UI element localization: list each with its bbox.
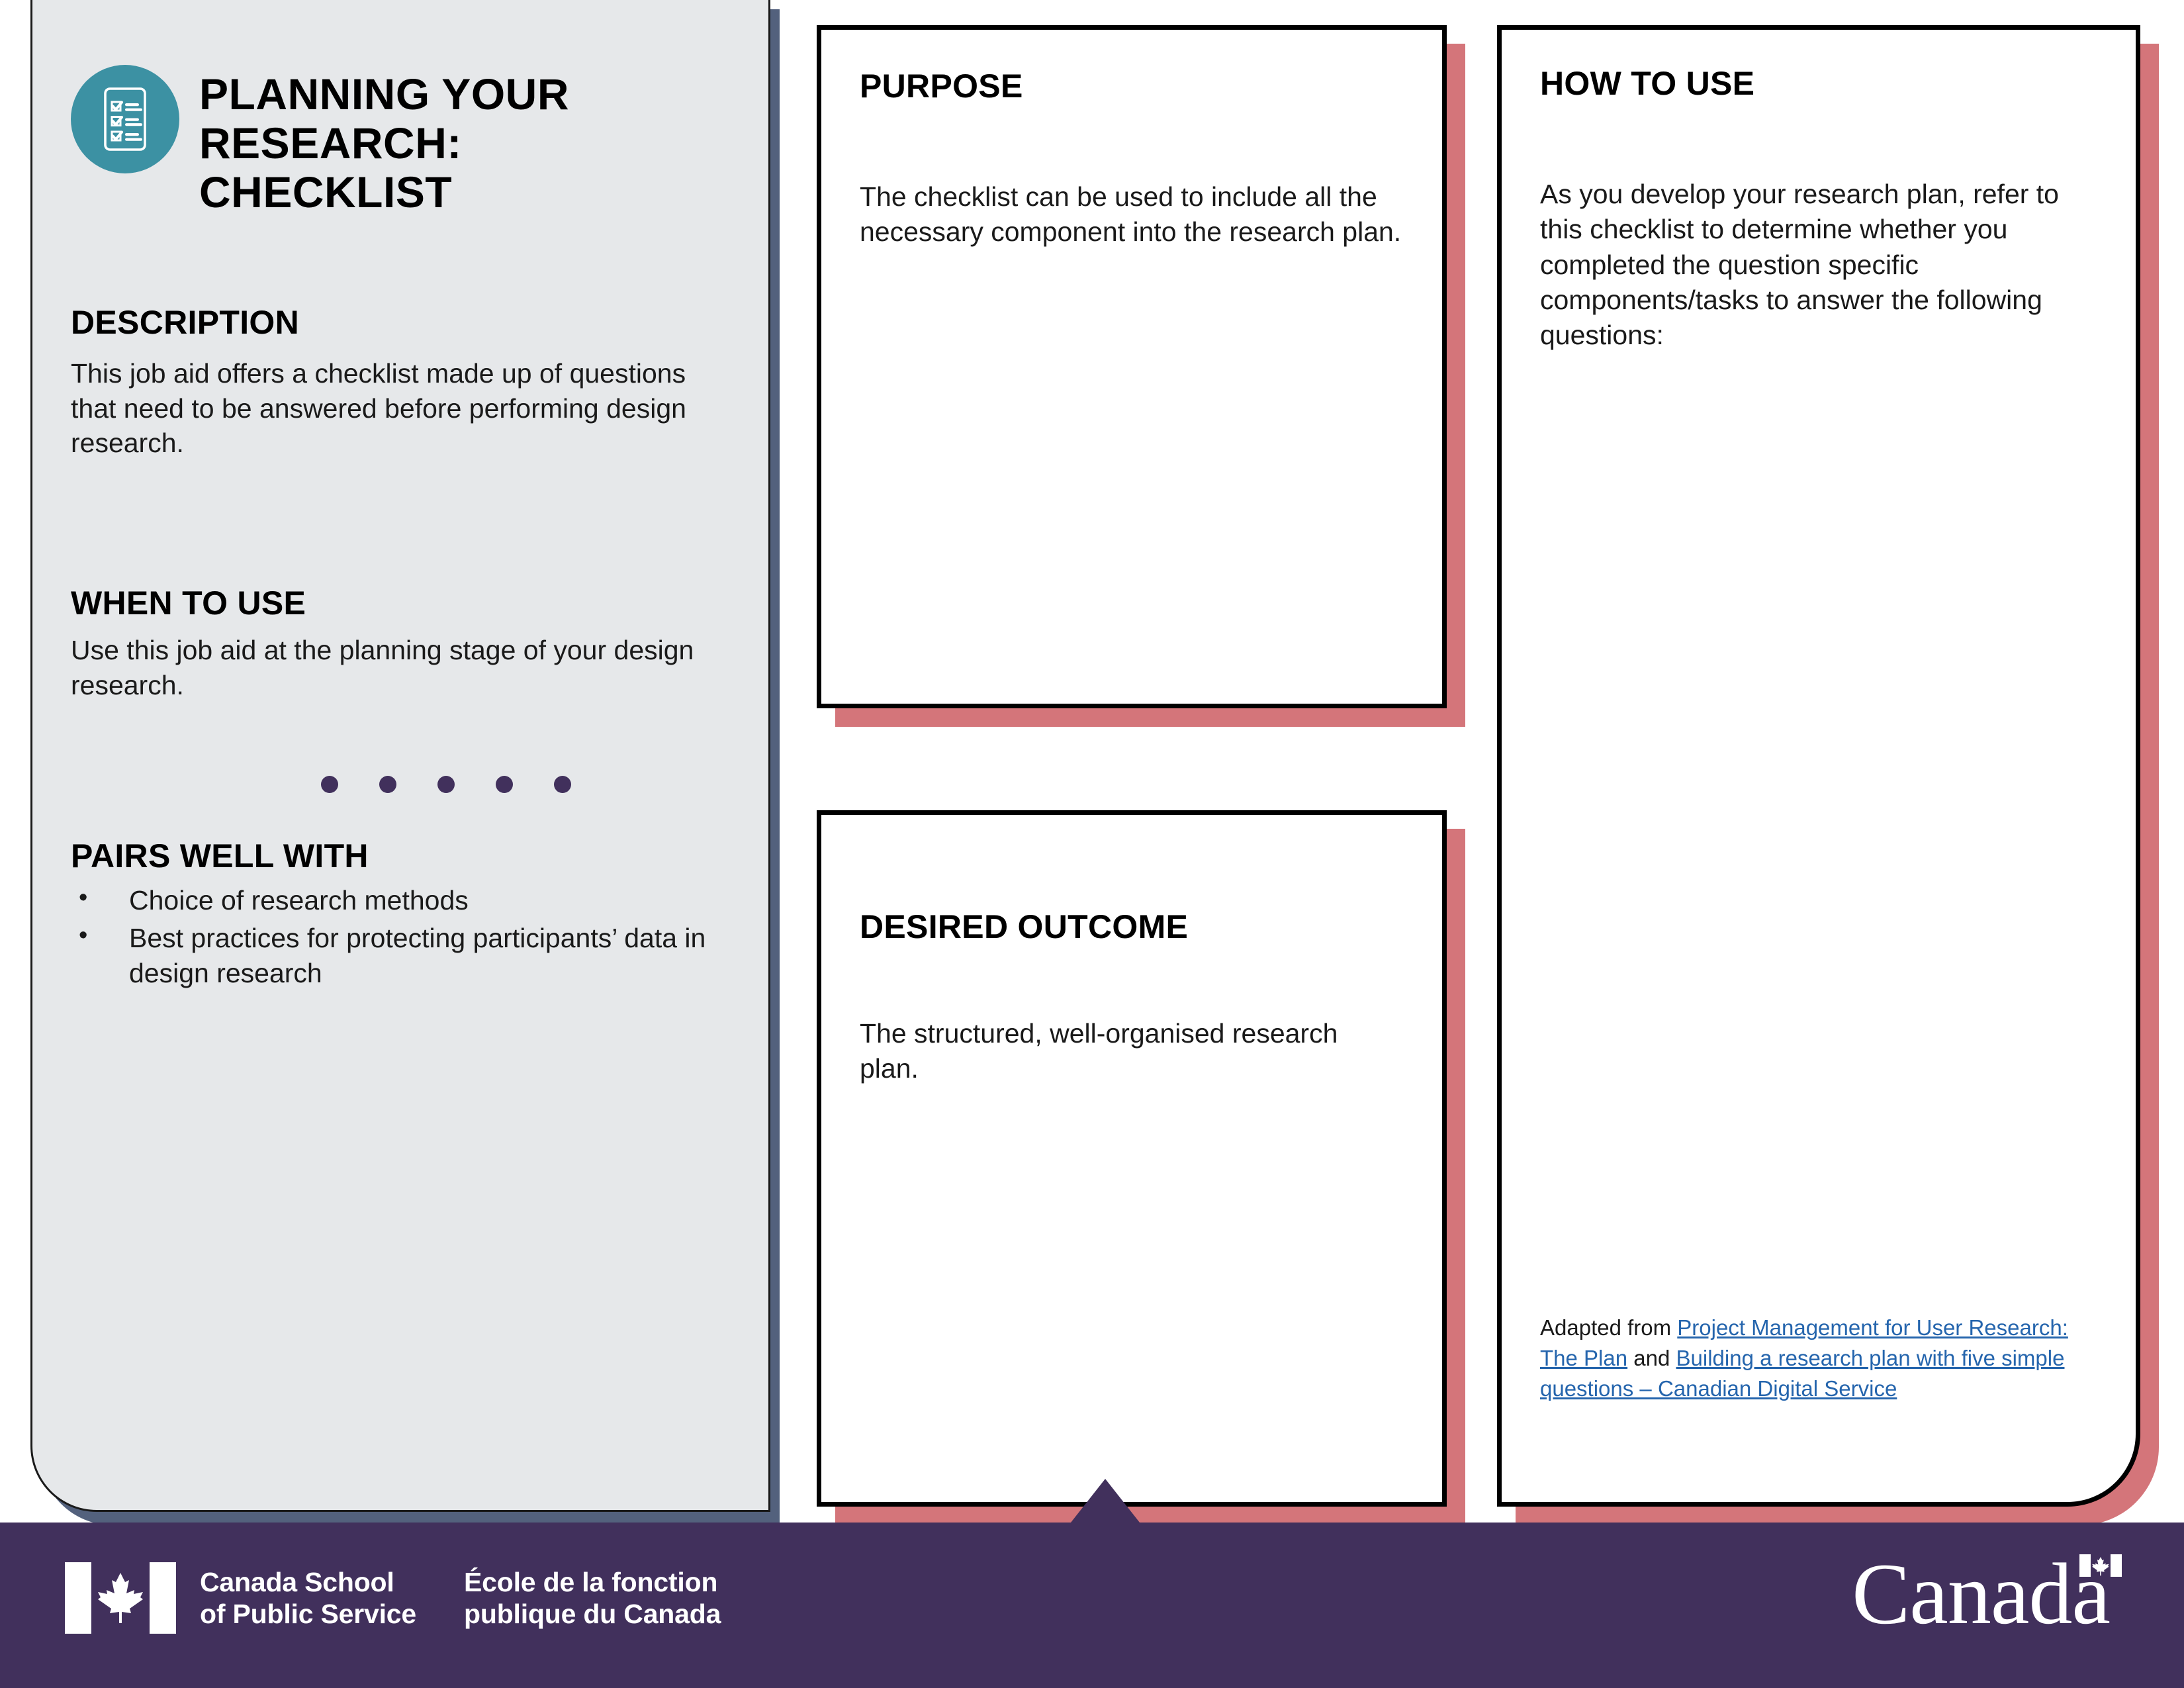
desired-outcome-card: DESIRED OUTCOME The structured, well-org… [817,810,1447,1507]
attribution-text: Adapted from Project Management for User… [1540,1313,2104,1404]
description-section: DESCRIPTION This job aid offers a checkl… [71,303,722,461]
list-item: Choice of research methods [71,882,722,918]
how-to-use-card: HOW TO USE As you develop your research … [1497,25,2140,1507]
purpose-card: PURPOSE The checklist can be used to inc… [817,25,1447,708]
how-to-use-card-body: As you develop your research plan, refer… [1540,179,2059,351]
page-footer: Canada School of Public Service École de… [0,1523,2184,1688]
csps-signature: Canada School of Public Service École de… [64,1562,721,1634]
divider-dot [554,776,571,794]
canada-flag-icon [64,1562,177,1634]
page-title: PLANNING YOUR RESEARCH: CHECKLIST [199,70,569,216]
dots-divider [71,776,722,794]
desired-outcome-card-wrapper: DESIRED OUTCOME The structured, well-org… [817,810,1465,1525]
canada-wordmark: Canada [1852,1550,2122,1638]
description-heading: DESCRIPTION [71,303,299,341]
attribution-conjunction: and [1627,1346,1676,1371]
attribution-prefix: Adapted from [1540,1315,1678,1340]
purpose-card-body: The checklist can be used to include all… [860,181,1402,248]
divider-dot [496,776,513,794]
how-to-use-card-wrapper: HOW TO USE As you develop your research … [1497,25,2159,1525]
description-body: This job aid offers a checklist made up … [71,357,686,459]
divider-dot [321,776,338,794]
pairs-well-with-section: PAIRS WELL WITH Choice of research metho… [71,837,722,991]
desired-outcome-card-title: DESIRED OUTCOME [860,908,1189,945]
when-to-use-body: Use this job aid at the planning stage o… [71,635,694,701]
csps-signature-english: Canada School of Public Service [200,1566,416,1630]
csps-signature-en-line2: of Public Service [200,1599,417,1629]
when-to-use-section: WHEN TO USE Use this job aid at the plan… [71,584,722,703]
csps-signature-fr-line1: École de la fonction [464,1566,718,1597]
pairs-well-with-list: Choice of research methods Best practice… [71,882,722,991]
job-aid-page: PLANNING YOUR RESEARCH: CHECKLIST DESCRI… [0,0,2184,1688]
csps-signature-en-line1: Canada School [200,1566,394,1597]
csps-signature-french: École de la fonction publique du Canada [464,1566,721,1630]
divider-dot [379,776,396,794]
purpose-card-wrapper: PURPOSE The checklist can be used to inc… [817,25,1465,727]
how-to-use-card-title: HOW TO USE [1540,65,1755,102]
pairs-well-with-heading: PAIRS WELL WITH [71,837,369,875]
when-to-use-heading: WHEN TO USE [71,585,306,622]
csps-signature-fr-line2: publique du Canada [464,1599,721,1629]
sidebar-header: PLANNING YOUR RESEARCH: CHECKLIST [71,60,722,217]
list-item: Best practices for protecting participan… [71,919,722,991]
desired-outcome-card-body: The structured, well-organised research … [860,1018,1338,1084]
job-aid-sidebar: PLANNING YOUR RESEARCH: CHECKLIST DESCRI… [30,0,770,1512]
canada-wordmark-text: Canada [1852,1545,2111,1642]
footer-arrow-marker [1071,1479,1140,1523]
checklist-clipboard-icon [71,65,179,173]
purpose-card-title: PURPOSE [860,68,1023,105]
canada-flag-icon [2079,1554,2122,1577]
divider-dot [437,776,455,794]
